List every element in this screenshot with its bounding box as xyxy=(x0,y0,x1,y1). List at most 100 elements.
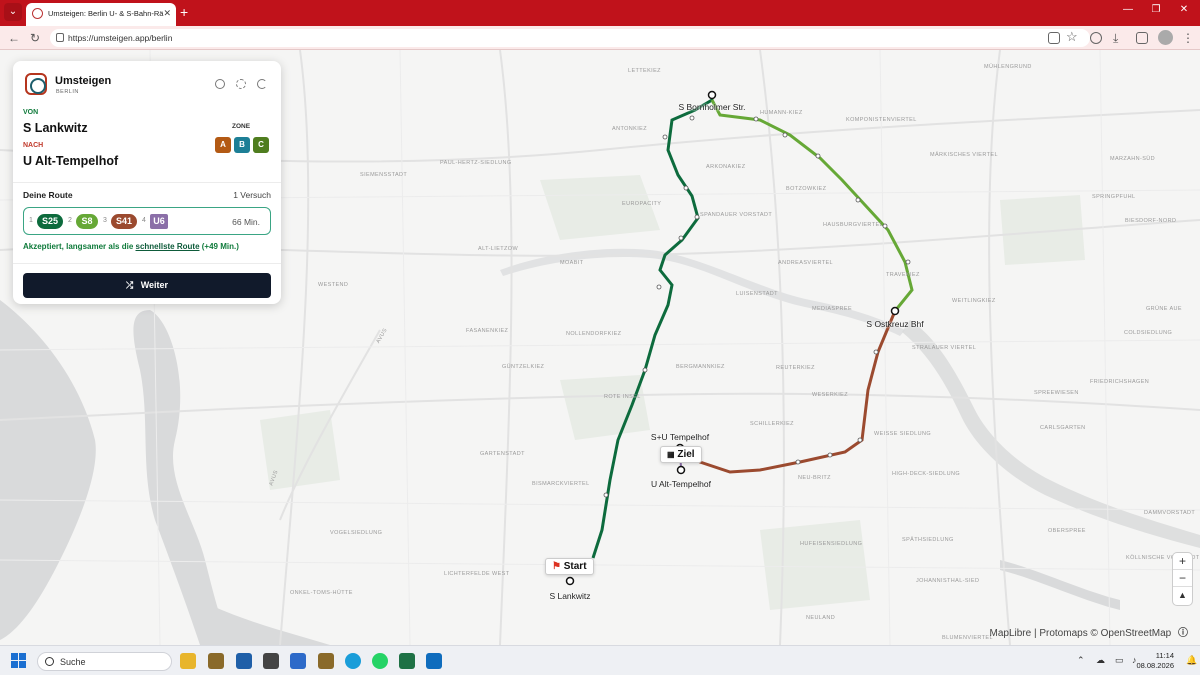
district-label: NEULAND xyxy=(806,615,836,621)
station-label-tempelhof[interactable]: S+U Tempelhof xyxy=(651,432,709,442)
chevron-up-icon[interactable]: ⌃ xyxy=(1077,655,1085,666)
app-icon[interactable] xyxy=(208,653,224,669)
windows-start-icon[interactable] xyxy=(11,653,27,669)
district-label: LUISENSTADT xyxy=(736,291,778,297)
line-badge-s41: S41 xyxy=(111,214,137,229)
zone-badge-a: A xyxy=(215,137,231,153)
reload-button[interactable]: ↻ xyxy=(30,31,40,45)
station-label-lankwitz[interactable]: S Lankwitz xyxy=(549,591,590,601)
app-icon[interactable] xyxy=(318,653,334,669)
district-label: NEU-BRITZ xyxy=(798,475,831,481)
district-label: MÄRKISCHES VIERTEL xyxy=(930,152,998,158)
tab-menu-button[interactable]: ⌄ xyxy=(4,3,22,21)
sidebar-icon[interactable] xyxy=(1136,32,1148,44)
district-label: ONKEL-TOMS-HÜTTE xyxy=(290,590,353,596)
district-label: HUFEISENSIEDLUNG xyxy=(800,541,863,547)
district-label: BLUMENVIERTEL xyxy=(942,635,993,641)
translate-icon[interactable] xyxy=(1048,32,1060,44)
district-label: WESTEND xyxy=(318,282,349,288)
maximize-button[interactable]: ❐ xyxy=(1146,4,1166,15)
district-label: SPREEWIESEN xyxy=(1034,390,1079,396)
outlook-icon[interactable] xyxy=(290,653,306,669)
to-station: U Alt-Tempelhof xyxy=(23,154,119,168)
app-icon[interactable] xyxy=(263,653,279,669)
station-label-alt-tempelhof[interactable]: U Alt-Tempelhof xyxy=(651,479,711,489)
notification-bell-icon[interactable]: 🔔 xyxy=(1186,655,1197,666)
zoom-out-button[interactable]: − xyxy=(1173,570,1192,587)
continue-button[interactable]: ⤮ Weiter xyxy=(23,273,271,298)
district-label: WEITLINGKIEZ xyxy=(952,298,996,304)
district-label: ANDREASVIERTEL xyxy=(778,260,834,266)
url-field[interactable]: https://umsteigen.app/berlin xyxy=(50,29,1090,47)
close-tab-icon[interactable]: ✕ xyxy=(163,8,171,19)
map-attribution[interactable]: MapLibre | Protomaps © OpenStreetMap ⓘ xyxy=(990,624,1189,639)
to-label: NACH xyxy=(23,142,44,149)
close-window-button[interactable]: ✕ xyxy=(1174,4,1194,15)
extensions-icon[interactable] xyxy=(1090,32,1102,44)
district-label: KOMPONISTENVIERTEL xyxy=(846,117,917,123)
minimize-button[interactable]: — xyxy=(1118,4,1138,15)
bookmark-star-icon[interactable]: ☆ xyxy=(1066,29,1078,45)
district-label: WESERKIEZ xyxy=(812,392,848,398)
district-label: BOTZOWKIEZ xyxy=(786,186,827,192)
url-text: https://umsteigen.app/berlin xyxy=(68,33,173,43)
file-explorer-icon[interactable] xyxy=(180,653,196,669)
outlook-new-icon[interactable] xyxy=(426,653,442,669)
app-title: Umsteigen xyxy=(55,75,112,87)
browser-tab[interactable]: Umsteigen: Berlin U- & S-Bahn-Rä ✕ xyxy=(26,3,176,26)
whatsapp-icon[interactable] xyxy=(372,653,388,669)
segment-number: 3 xyxy=(103,217,107,224)
station-label-ostkreuz[interactable]: S Ostkreuz Bhf xyxy=(866,319,923,329)
continue-button-label: Weiter xyxy=(140,280,169,290)
district-label: FASANENKIEZ xyxy=(466,328,509,334)
app-logo-icon xyxy=(25,73,47,95)
downloads-icon[interactable]: ⤓ xyxy=(1113,31,1118,46)
destination-marker: ▦ Ziel xyxy=(660,446,702,463)
app-subtitle: BERLIN xyxy=(56,89,79,95)
district-label: MARZAHN-SÜD xyxy=(1110,156,1156,162)
edge-browser-icon[interactable] xyxy=(345,653,361,669)
taskbar: Suche ⌃ ☁ ▭ ♪ 11:14 08.08.2026 🔔 xyxy=(0,645,1200,675)
clock-time: 11:14 xyxy=(1155,651,1174,660)
segment-number: 2 xyxy=(68,217,72,224)
help-icon[interactable] xyxy=(215,79,225,89)
station-label-bornholmer[interactable]: S Bornholmer Str. xyxy=(678,102,745,112)
district-label: FRIEDRICHSHAGEN xyxy=(1090,379,1150,385)
district-label: LICHTERFELDE WEST xyxy=(444,571,510,577)
settings-gear-icon[interactable] xyxy=(236,79,246,89)
profile-avatar[interactable] xyxy=(1158,30,1173,45)
app-icon[interactable] xyxy=(236,653,252,669)
more-menu-icon[interactable]: ⋮ xyxy=(1182,31,1194,45)
district-label: ROTE INSEL xyxy=(604,394,641,400)
flag-icon: ⚑ xyxy=(552,561,561,572)
new-tab-button[interactable]: + xyxy=(180,4,188,20)
route-panel: Umsteigen BERLIN VON S Lankwitz NACH U A… xyxy=(13,61,281,304)
taskbar-search[interactable]: Suche xyxy=(37,652,172,671)
back-button[interactable]: ← xyxy=(8,31,20,45)
district-label: ANTONKIEZ xyxy=(612,126,647,132)
search-placeholder: Suche xyxy=(60,657,86,667)
network-icon[interactable]: ▭ xyxy=(1115,655,1124,666)
district-label: SPÄTHSIEDLUNG xyxy=(902,537,954,543)
cloud-icon[interactable]: ☁ xyxy=(1096,655,1105,666)
segment-number: 1 xyxy=(29,217,33,224)
district-label: ALT-LIETZOW xyxy=(478,246,519,252)
system-clock[interactable]: 11:14 08.08.2026 xyxy=(1136,651,1174,671)
route-summary[interactable]: 1 S25 2 S8 3 S41 4 U6 66 Min. xyxy=(23,207,271,235)
district-label: HAUSBURGVIERTEL xyxy=(823,222,883,228)
excel-icon[interactable] xyxy=(399,653,415,669)
district-label: MOABIT xyxy=(560,260,584,266)
result-text: Akzeptiert, langsamer als die xyxy=(23,242,136,251)
tab-title: Umsteigen: Berlin U- & S-Bahn-Rä xyxy=(48,9,164,18)
reset-icon[interactable] xyxy=(257,79,267,89)
zoom-in-button[interactable]: + xyxy=(1173,553,1192,570)
route-duration: 66 Min. xyxy=(232,217,260,227)
info-icon[interactable]: ⓘ xyxy=(1178,628,1188,639)
divider xyxy=(13,182,281,183)
compass-button[interactable]: ▲ xyxy=(1173,587,1192,604)
route-line-s41 xyxy=(681,310,897,474)
zone-badge-c: C xyxy=(253,137,269,153)
district-label: HUMANN-KIEZ xyxy=(760,110,803,116)
fastest-route-link[interactable]: schnellste Route xyxy=(136,242,200,251)
line-badge-u6: U6 xyxy=(150,214,168,229)
